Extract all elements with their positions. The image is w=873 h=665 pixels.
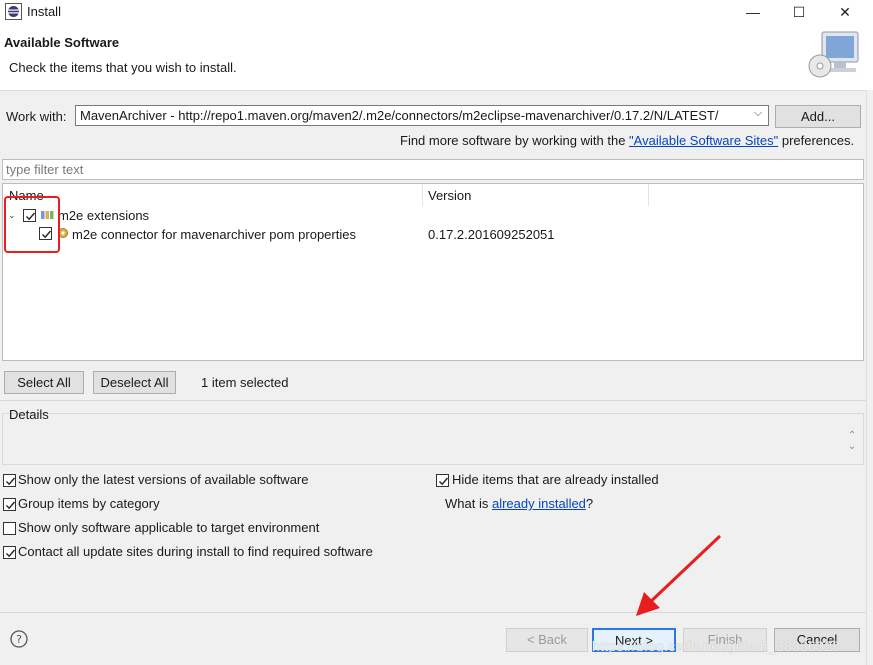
annotation-highlight-box	[4, 196, 60, 253]
install-monitor-icon	[808, 31, 859, 78]
deselect-all-button[interactable]: Deselect All	[93, 371, 176, 394]
what-is-suffix: ?	[585, 496, 594, 511]
selection-count: 1 item selected	[201, 375, 289, 390]
checkmark-icon	[6, 477, 16, 486]
software-tree: Name Version ⌄ m2e extensions m2e connec…	[2, 183, 864, 361]
group-by-category-checkbox[interactable]	[3, 498, 16, 511]
target-environment-checkbox[interactable]	[3, 522, 16, 535]
column-header-version[interactable]: Version	[428, 188, 471, 203]
more-software-text: Find more software by working with the "…	[400, 133, 854, 148]
page-title: Available Software	[4, 35, 120, 50]
latest-versions-label[interactable]: Show only the latest versions of availab…	[18, 472, 309, 487]
checkmark-icon	[6, 501, 16, 510]
already-installed-link[interactable]: already installed	[492, 496, 586, 511]
watermark-text: https://blog.csdn.net/github_38336328	[592, 638, 841, 654]
window-title: Install	[27, 4, 61, 19]
close-button[interactable]: ✕	[822, 0, 868, 24]
filter-input[interactable]: type filter text	[2, 159, 864, 180]
select-all-button[interactable]: Select All	[4, 371, 84, 394]
svg-text:?: ?	[16, 633, 22, 646]
target-environment-label[interactable]: Show only software applicable to target …	[18, 520, 319, 535]
contact-update-sites-label[interactable]: Contact all update sites during install …	[18, 544, 373, 559]
what-is-prefix: What is	[445, 496, 492, 511]
work-with-combo[interactable]: MavenArchiver - http://repo1.maven.org/m…	[75, 105, 769, 126]
back-button[interactable]: < Back	[506, 628, 588, 652]
scroll-arrows-icon[interactable]: ⌃ ⌄	[848, 430, 856, 452]
contact-update-sites-checkbox[interactable]	[3, 546, 16, 559]
tree-item-version: 0.17.2.201609252051	[428, 227, 555, 242]
latest-versions-checkbox[interactable]	[3, 474, 16, 487]
hide-installed-label[interactable]: Hide items that are already installed	[452, 472, 659, 487]
details-label: Details	[9, 407, 49, 422]
maximize-button[interactable]: ☐	[776, 0, 822, 24]
page-description: Check the items that you wish to install…	[9, 60, 237, 75]
more-software-prefix: Find more software by working with the	[400, 133, 630, 148]
column-separator	[422, 184, 423, 206]
help-icon[interactable]: ?	[10, 630, 28, 648]
available-software-sites-link[interactable]: "Available Software Sites"	[629, 133, 778, 148]
title-bar: Install — ☐ ✕	[0, 0, 873, 24]
tree-item-label[interactable]: m2e extensions	[58, 208, 149, 223]
wizard-header: Available Software Check the items that …	[0, 24, 873, 91]
window-edge	[866, 90, 873, 665]
bottom-separator	[0, 612, 873, 613]
minimize-button[interactable]: —	[730, 0, 776, 24]
annotation-arrow-icon	[636, 534, 722, 616]
filter-placeholder: type filter text	[6, 162, 84, 177]
details-separator	[0, 400, 866, 401]
checkmark-icon	[439, 477, 449, 486]
tree-item-label[interactable]: m2e connector for mavenarchiver pom prop…	[72, 227, 356, 242]
group-by-category-label[interactable]: Group items by category	[18, 496, 160, 511]
what-is-installed-text: What is already installed?	[445, 496, 593, 511]
checkmark-icon	[6, 549, 16, 558]
chevron-down-icon[interactable]: ⌵	[751, 107, 765, 125]
more-software-suffix: preferences.	[778, 133, 855, 148]
work-with-value: MavenArchiver - http://repo1.maven.org/m…	[80, 108, 719, 123]
add-button[interactable]: Add...	[775, 105, 861, 128]
work-with-label: Work with:	[6, 109, 67, 124]
eclipse-icon	[5, 3, 22, 20]
column-separator	[648, 184, 649, 206]
details-area[interactable]	[2, 413, 864, 465]
hide-installed-checkbox[interactable]	[436, 474, 449, 487]
